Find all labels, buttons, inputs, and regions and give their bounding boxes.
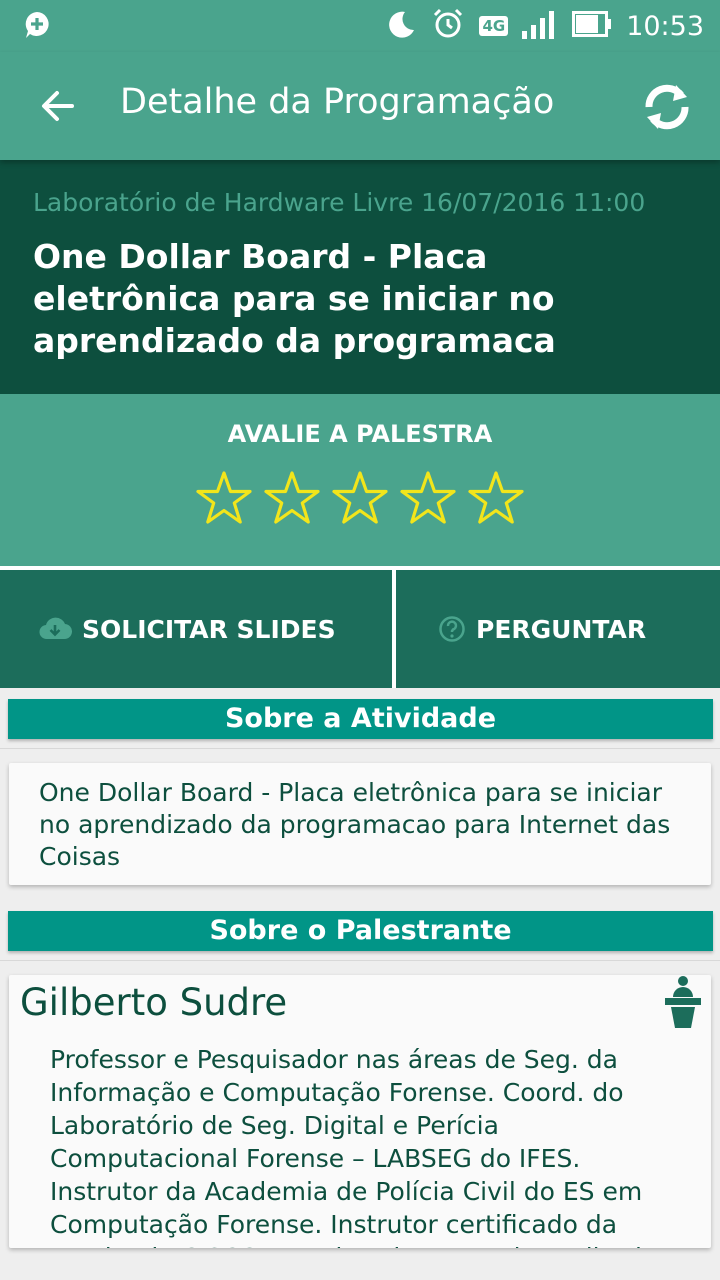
speaker-section-header: Sobre o Palestrante — [8, 911, 713, 951]
battery-icon — [572, 11, 612, 41]
page-title: Detalhe da Programação — [120, 82, 555, 122]
ask-question-button[interactable]: PERGUNTAR — [396, 570, 720, 688]
question-circle-icon — [439, 616, 465, 642]
star-icon-2[interactable] — [263, 470, 321, 528]
speaker-bio: Professor e Pesquisador nas áreas de Seg… — [50, 1045, 657, 1248]
action-bar: SOLICITAR SLIDES PERGUNTAR — [0, 566, 720, 688]
ask-question-label: PERGUNTAR — [476, 614, 647, 644]
alarm-icon — [431, 7, 465, 45]
rating-panel: AVALIE A PALESTRA — [0, 394, 720, 566]
star-icon-3[interactable] — [331, 470, 389, 528]
talk-meta: Laboratório de Hardware Livre 16/07/2016… — [33, 188, 646, 217]
star-rating — [0, 470, 720, 528]
notification-plus-icon — [22, 10, 52, 40]
star-icon-5[interactable] — [467, 470, 525, 528]
clock: 10:53 — [626, 10, 704, 42]
podium-speaker-icon — [665, 976, 701, 1028]
request-slides-button[interactable]: SOLICITAR SLIDES — [0, 570, 392, 688]
signal-icon — [522, 9, 558, 43]
star-icon-4[interactable] — [399, 470, 457, 528]
status-bar: 4G 10:53 — [0, 0, 720, 52]
rating-label: AVALIE A PALESTRA — [227, 420, 493, 448]
talk-title: One Dollar Board - Placa eletrônica para… — [33, 237, 556, 360]
activity-description: One Dollar Board - Placa eletrônica para… — [39, 778, 671, 871]
activity-card: One Dollar Board - Placa eletrônica para… — [9, 763, 711, 885]
activity-section-header: Sobre a Atividade — [8, 699, 713, 739]
request-slides-label: SOLICITAR SLIDES — [82, 614, 336, 644]
arrow-left-icon — [42, 91, 74, 121]
app-bar: Detalhe da Programação — [0, 52, 720, 160]
cloud-download-icon — [39, 617, 72, 640]
network-badge: 4G — [479, 16, 509, 36]
divider — [0, 748, 720, 749]
speaker-card: Gilberto Sudre Professor e Pesquisador n… — [9, 975, 711, 1248]
speaker-name: Gilberto Sudre — [20, 981, 288, 1024]
refresh-icon — [645, 84, 689, 130]
back-button[interactable] — [28, 76, 88, 136]
talk-header: Laboratório de Hardware Livre 16/07/2016… — [0, 160, 720, 394]
divider — [0, 960, 720, 961]
star-icon-1[interactable] — [195, 470, 253, 528]
moon-icon — [385, 8, 417, 44]
refresh-button[interactable] — [638, 78, 696, 136]
